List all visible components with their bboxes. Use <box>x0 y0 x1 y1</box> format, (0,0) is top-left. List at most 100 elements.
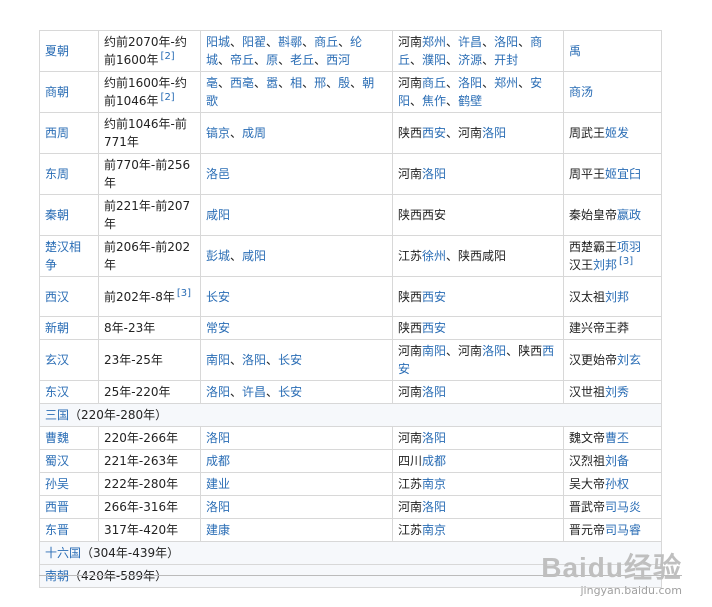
dynasty-link[interactable]: 秦朝 <box>45 208 69 222</box>
capital-link[interactable]: 西河 <box>326 53 350 67</box>
location-link[interactable]: 鹤壁 <box>458 94 482 108</box>
founder-link[interactable]: 曹丕 <box>605 431 629 445</box>
dynasty-link[interactable]: 东汉 <box>45 385 69 399</box>
founder-link[interactable]: 嬴政 <box>617 208 641 222</box>
capital-link[interactable]: 南阳 <box>206 353 230 367</box>
dynasty-link[interactable]: 楚汉相争 <box>45 240 81 272</box>
capital-link[interactable]: 许昌 <box>242 385 266 399</box>
location-link[interactable]: 洛阳 <box>482 126 506 140</box>
founder-link[interactable]: 刘备 <box>605 454 629 468</box>
location-link[interactable]: 洛阳 <box>458 76 482 90</box>
capital-link[interactable]: 洛阳 <box>206 500 230 514</box>
capital-link[interactable]: 咸阳 <box>242 249 266 263</box>
location-link[interactable]: 开封 <box>494 53 518 67</box>
location-link[interactable]: 洛阳 <box>422 167 446 181</box>
location-link[interactable]: 西安 <box>422 321 446 335</box>
dynasty-link[interactable]: 蜀汉 <box>45 454 69 468</box>
founder-link[interactable]: 姬宜臼 <box>605 167 641 181</box>
period-text: 220年-266年 <box>104 431 179 445</box>
dynasty-link[interactable]: 东晋 <box>45 523 69 537</box>
location-link[interactable]: 西安 <box>422 290 446 304</box>
capital-link[interactable]: 相 <box>290 76 302 90</box>
location-link[interactable]: 西安 <box>422 126 446 140</box>
location-link[interactable]: 南京 <box>422 523 446 537</box>
capital-link[interactable]: 洛阳 <box>206 385 230 399</box>
section-link[interactable]: 南朝 <box>45 569 69 583</box>
capital-link[interactable]: 建康 <box>206 523 230 537</box>
dynasty-link[interactable]: 西晋 <box>45 500 69 514</box>
location-cell: 陕西西安 <box>392 316 564 340</box>
founder-link[interactable]: 刘秀 <box>605 385 629 399</box>
capital-link[interactable]: 咸阳 <box>206 208 230 222</box>
capital-link[interactable]: 成都 <box>206 454 230 468</box>
capital-link[interactable]: 长安 <box>278 353 302 367</box>
location-link[interactable]: 郑州 <box>494 76 518 90</box>
founder-cell: 西楚霸王项羽 汉王刘邦 [3] <box>563 235 662 277</box>
founder-link[interactable]: 项羽 <box>617 240 641 254</box>
dynasty-link[interactable]: 西周 <box>45 126 69 140</box>
capital-link[interactable]: 洛阳 <box>206 431 230 445</box>
location-link[interactable]: 焦作 <box>422 94 446 108</box>
founder-link[interactable]: 刘邦 <box>605 290 629 304</box>
founder-link[interactable]: 孙权 <box>605 477 629 491</box>
location-link[interactable]: 濮阳 <box>422 53 446 67</box>
founder-link[interactable]: 姬发 <box>605 126 629 140</box>
capital-link[interactable]: 建业 <box>206 477 230 491</box>
dynasty-link[interactable]: 新朝 <box>45 321 69 335</box>
capital-link[interactable]: 老丘 <box>290 53 314 67</box>
dynasty-link[interactable]: 玄汉 <box>45 353 69 367</box>
dynasty-link[interactable]: 夏朝 <box>45 44 69 58</box>
founder-text: 建兴帝王莽 <box>569 321 630 335</box>
capital-link[interactable]: 洛阳 <box>242 353 266 367</box>
founder-link[interactable]: 刘邦 <box>593 258 617 272</box>
capital-link[interactable]: 殷 <box>338 76 350 90</box>
capital-link[interactable]: 阳翟 <box>242 35 266 49</box>
location-link[interactable]: 郑州 <box>422 35 446 49</box>
citation-link[interactable]: [3] <box>619 256 633 267</box>
founder-link[interactable]: 司马炎 <box>605 500 641 514</box>
location-link[interactable]: 洛阳 <box>482 344 506 358</box>
dynasty-link[interactable]: 商朝 <box>45 85 69 99</box>
capital-link[interactable]: 商丘 <box>314 35 338 49</box>
location-link[interactable]: 徐州 <box>422 249 446 263</box>
dynasty-link[interactable]: 曹魏 <box>45 431 69 445</box>
founder-link[interactable]: 禹 <box>569 44 581 58</box>
capital-link[interactable]: 邢 <box>314 76 326 90</box>
capital-link[interactable]: 彭城 <box>206 249 230 263</box>
citation-link[interactable]: [3] <box>177 288 191 299</box>
dynasty-link[interactable]: 西汉 <box>45 290 69 304</box>
citation-link[interactable]: [2] <box>161 51 175 62</box>
capital-link[interactable]: 斟鄩 <box>278 35 302 49</box>
founder-link[interactable]: 司马睿 <box>605 523 641 537</box>
capital-link[interactable]: 洛邑 <box>206 167 230 181</box>
capital-link[interactable]: 亳 <box>206 76 218 90</box>
capital-link[interactable]: 镐京 <box>206 126 230 140</box>
capital-link[interactable]: 成周 <box>242 126 266 140</box>
capital-link[interactable]: 原 <box>266 53 278 67</box>
location-link[interactable]: 南京 <box>422 477 446 491</box>
section-link[interactable]: 三国 <box>45 408 69 422</box>
location-link[interactable]: 洛阳 <box>422 385 446 399</box>
table-row: 西汉 前202年-8年 [3] 长安 陕西西安 汉太祖刘邦 <box>39 276 662 317</box>
location-link[interactable]: 洛阳 <box>422 500 446 514</box>
citation-link[interactable]: [2] <box>161 92 175 103</box>
location-link[interactable]: 许昌 <box>458 35 482 49</box>
dynasty-link[interactable]: 孙吴 <box>45 477 69 491</box>
location-link[interactable]: 成都 <box>422 454 446 468</box>
founder-link[interactable]: 刘玄 <box>617 353 641 367</box>
founder-link[interactable]: 商汤 <box>569 85 593 99</box>
capital-link[interactable]: 帝丘 <box>230 53 254 67</box>
location-link[interactable]: 济源 <box>458 53 482 67</box>
capital-link[interactable]: 嚣 <box>266 76 278 90</box>
location-link[interactable]: 商丘 <box>422 76 446 90</box>
location-link[interactable]: 洛阳 <box>422 431 446 445</box>
section-link[interactable]: 十六国 <box>45 546 81 560</box>
capital-link[interactable]: 长安 <box>278 385 302 399</box>
location-link[interactable]: 南阳 <box>422 344 446 358</box>
capital-link[interactable]: 长安 <box>206 290 230 304</box>
dynasty-link[interactable]: 东周 <box>45 167 69 181</box>
capital-link[interactable]: 西亳 <box>230 76 254 90</box>
capital-link[interactable]: 常安 <box>206 321 230 335</box>
location-link[interactable]: 洛阳 <box>494 35 518 49</box>
capital-link[interactable]: 阳城 <box>206 35 230 49</box>
